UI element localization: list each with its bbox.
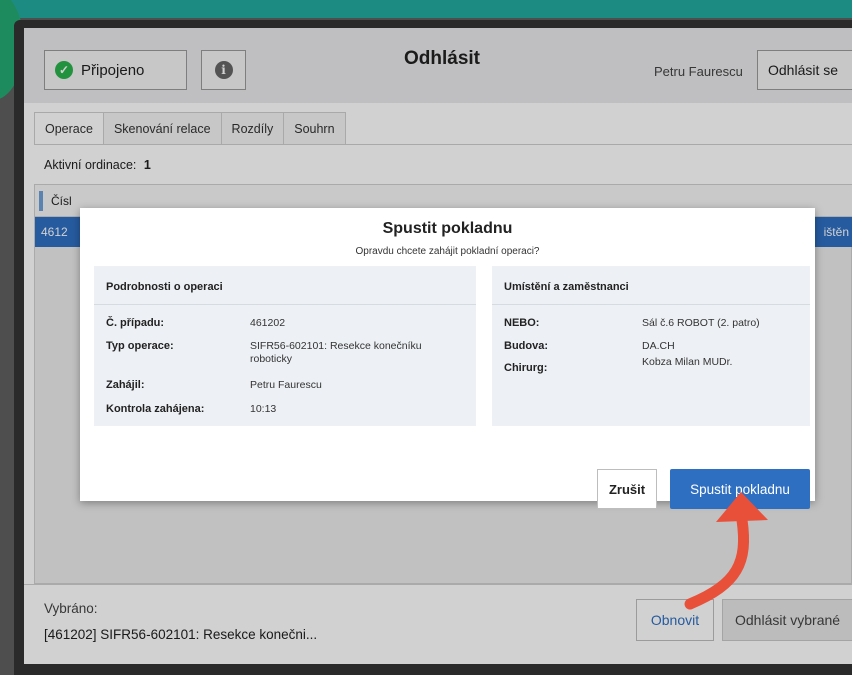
or-label: NEBO:	[504, 317, 540, 329]
panel-divider	[94, 304, 476, 305]
operation-type-value: SIFR56-602101: Resekce konečníku robotic…	[250, 340, 422, 365]
case-number-value: 461202	[250, 317, 286, 329]
check-started-value: 10:13	[250, 403, 277, 415]
check-started-label: Kontrola zahájena:	[106, 403, 205, 415]
panel-title: Umístění a zaměstnanci	[504, 281, 629, 293]
dialog-subtitle: Opravdu chcete zahájit pokladní operaci?	[355, 246, 540, 257]
start-checkout-button[interactable]: Spustit pokladnu	[670, 469, 810, 509]
dialog-title: Spustit pokladnu	[382, 220, 513, 237]
or-value: Sál č.6 ROBOT (2. patro)	[642, 317, 760, 329]
start-checkout-dialog: Spustit pokladnu Opravdu chcete zahájit …	[80, 208, 815, 509]
cancel-button[interactable]: Zrušit	[597, 469, 657, 509]
building-value: DA.CH	[642, 340, 675, 352]
top-teal-strip	[0, 0, 852, 18]
surgeon-value: Kobza Milan MUDr.	[642, 356, 733, 368]
case-number-label: Č. případu:	[106, 317, 165, 329]
panel-divider	[492, 304, 810, 305]
surgeon-label: Chirurg:	[504, 362, 548, 374]
started-by-label: Zahájil:	[106, 379, 145, 391]
panel-title: Podrobnosti o operaci	[106, 281, 223, 293]
started-by-value: Petru Faurescu	[250, 379, 322, 391]
location-staff-panel: Umístění a zaměstnanci NEBO: Sál č.6 ROB…	[492, 266, 810, 426]
building-label: Budova:	[504, 340, 548, 352]
operation-details-panel: Podrobnosti o operaci Č. případu: 461202…	[94, 266, 476, 426]
app-screen: ✓ Připojeno i Odhlásit Petru Faurescu Od…	[24, 28, 852, 664]
operation-type-label: Typ operace:	[106, 340, 174, 352]
